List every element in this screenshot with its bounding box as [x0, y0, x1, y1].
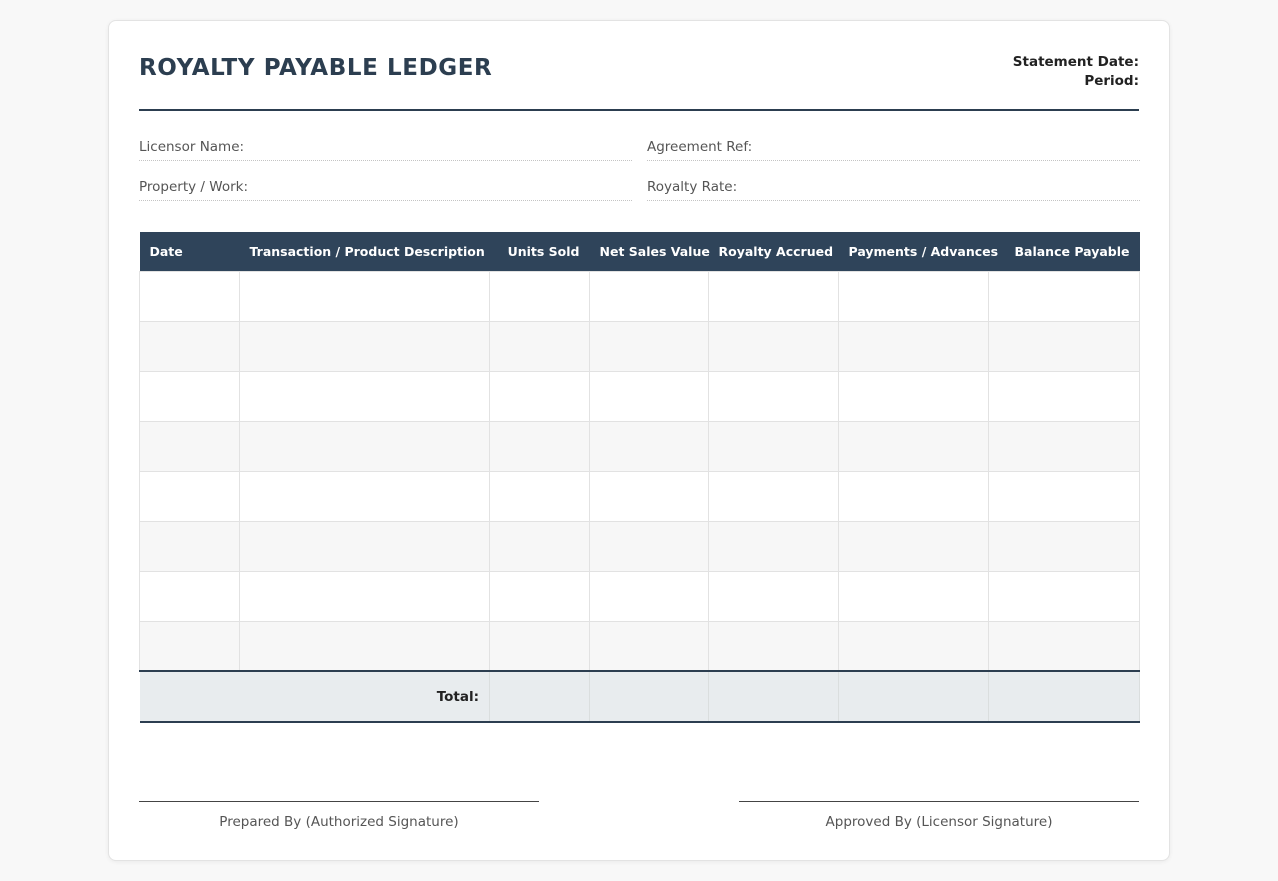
total-royalty-accrued-cell[interactable] [708, 670, 839, 723]
total-net-sales-cell[interactable] [589, 670, 709, 723]
balance-cell[interactable] [988, 370, 1140, 422]
units-sold-cell[interactable] [489, 320, 590, 372]
date-cell[interactable] [139, 370, 240, 422]
prepared-by-signature[interactable]: Prepared By (Authorized Signature) [139, 801, 539, 830]
agreement-ref-field[interactable]: Agreement Ref: [647, 131, 1140, 161]
net-sales-cell[interactable] [589, 470, 709, 522]
net-sales-cell[interactable] [589, 320, 709, 372]
balance-cell[interactable] [988, 270, 1140, 322]
description-cell[interactable] [239, 620, 490, 672]
table-row [139, 470, 1140, 522]
column-header-net-sales-value: Net Sales Value [589, 232, 710, 271]
table-row [139, 370, 1140, 422]
balance-cell[interactable] [988, 520, 1140, 572]
approved-by-label: Approved By (Licensor Signature) [825, 814, 1053, 830]
net-sales-cell[interactable] [589, 620, 709, 672]
payments-cell[interactable] [838, 520, 989, 572]
description-cell[interactable] [239, 420, 490, 472]
date-cell[interactable] [139, 620, 240, 672]
total-label: Total: [139, 670, 490, 723]
column-header-royalty-accrued: Royalty Accrued [708, 232, 839, 271]
units-sold-cell[interactable] [489, 570, 590, 622]
royalty-accrued-cell[interactable] [708, 420, 839, 472]
date-cell[interactable] [139, 520, 240, 572]
agreement-ref-label: Agreement Ref: [647, 139, 753, 155]
date-cell[interactable] [139, 470, 240, 522]
royalty-rate-label: Royalty Rate: [647, 179, 738, 195]
statement-date-label: Statement Date: [1012, 54, 1139, 70]
ledger-body [139, 270, 1140, 672]
royalty-accrued-cell[interactable] [708, 370, 839, 422]
table-row [139, 620, 1140, 672]
net-sales-cell[interactable] [589, 370, 709, 422]
payments-cell[interactable] [838, 470, 989, 522]
royalty-accrued-cell[interactable] [708, 270, 839, 322]
property-work-label: Property / Work: [139, 179, 248, 195]
prepared-by-label: Prepared By (Authorized Signature) [219, 814, 459, 830]
royalty-accrued-cell[interactable] [708, 570, 839, 622]
total-balance-cell[interactable] [988, 670, 1140, 723]
balance-cell[interactable] [988, 470, 1140, 522]
column-header-units-sold: Units Sold [489, 232, 590, 271]
net-sales-cell[interactable] [589, 270, 709, 322]
approved-by-signature[interactable]: Approved By (Licensor Signature) [739, 801, 1139, 830]
table-row [139, 520, 1140, 572]
description-cell[interactable] [239, 270, 490, 322]
payments-cell[interactable] [838, 620, 989, 672]
royalty-accrued-cell[interactable] [708, 320, 839, 372]
payments-cell[interactable] [838, 320, 989, 372]
ledger-table: Date Transaction / Product Description U… [139, 232, 1140, 723]
date-cell[interactable] [139, 570, 240, 622]
units-sold-cell[interactable] [489, 470, 590, 522]
net-sales-cell[interactable] [589, 520, 709, 572]
statement-meta: Statement Date: Period: [1013, 53, 1139, 91]
table-row [139, 570, 1140, 622]
licensor-name-field[interactable]: Licensor Name: [139, 131, 632, 161]
balance-cell[interactable] [988, 620, 1140, 672]
units-sold-cell[interactable] [489, 370, 590, 422]
description-cell[interactable] [239, 470, 490, 522]
net-sales-cell[interactable] [589, 420, 709, 472]
column-header-balance-payable: Balance Payable [988, 232, 1140, 271]
balance-cell[interactable] [988, 570, 1140, 622]
column-header-date: Date [139, 232, 240, 271]
units-sold-cell[interactable] [489, 520, 590, 572]
ledger-card: ROYALTY PAYABLE LEDGER Statement Date: P… [108, 20, 1170, 861]
units-sold-cell[interactable] [489, 620, 590, 672]
date-cell[interactable] [139, 320, 240, 372]
ledger-header: ROYALTY PAYABLE LEDGER Statement Date: P… [139, 21, 1139, 111]
period-label: Period: [1084, 73, 1139, 89]
royalty-rate-field[interactable]: Royalty Rate: [647, 171, 1140, 201]
page-title: ROYALTY PAYABLE LEDGER [139, 55, 493, 81]
total-payments-cell[interactable] [838, 670, 989, 723]
balance-cell[interactable] [988, 320, 1140, 372]
payments-cell[interactable] [838, 570, 989, 622]
table-header-row: Date Transaction / Product Description U… [139, 232, 1140, 271]
payments-cell[interactable] [838, 420, 989, 472]
units-sold-cell[interactable] [489, 420, 590, 472]
description-cell[interactable] [239, 570, 490, 622]
total-row: Total: [139, 670, 1140, 723]
payments-cell[interactable] [838, 270, 989, 322]
royalty-accrued-cell[interactable] [708, 470, 839, 522]
payments-cell[interactable] [838, 370, 989, 422]
table-row [139, 270, 1140, 322]
units-sold-cell[interactable] [489, 270, 590, 322]
table-row [139, 320, 1140, 372]
royalty-accrued-cell[interactable] [708, 520, 839, 572]
date-cell[interactable] [139, 270, 240, 322]
column-header-payments-advances: Payments / Advances [838, 232, 998, 271]
net-sales-cell[interactable] [589, 570, 709, 622]
property-work-field[interactable]: Property / Work: [139, 171, 632, 201]
balance-cell[interactable] [988, 420, 1140, 472]
table-row [139, 420, 1140, 472]
description-cell[interactable] [239, 520, 490, 572]
description-cell[interactable] [239, 370, 490, 422]
royalty-accrued-cell[interactable] [708, 620, 839, 672]
column-header-description: Transaction / Product Description [239, 232, 490, 271]
date-cell[interactable] [139, 420, 240, 472]
description-cell[interactable] [239, 320, 490, 372]
licensor-name-label: Licensor Name: [139, 139, 245, 155]
total-units-sold-cell[interactable] [489, 670, 590, 723]
